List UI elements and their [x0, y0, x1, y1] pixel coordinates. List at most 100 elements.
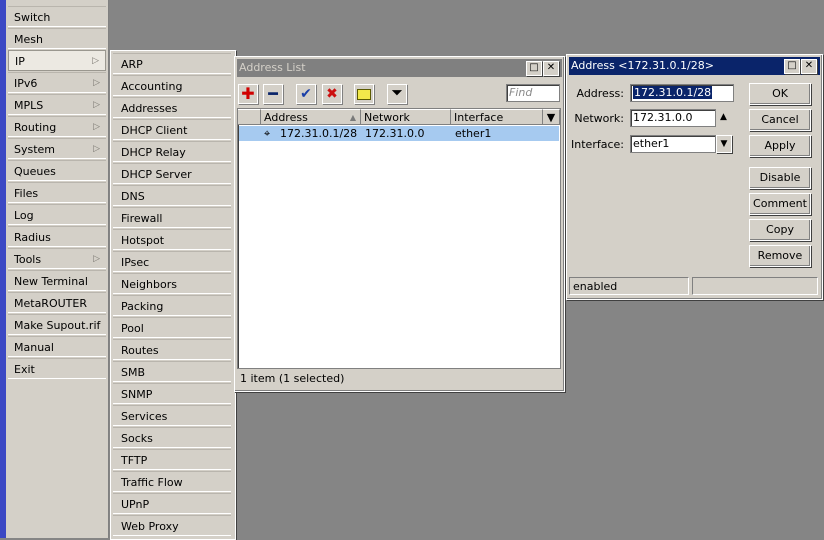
window-title: Address List: [239, 61, 306, 74]
submenu-arrow-icon: ▷: [93, 122, 100, 132]
submenu-item-accounting[interactable]: Accounting: [113, 75, 231, 96]
maximize-button[interactable]: □: [526, 61, 542, 76]
collapse-arrow-icon[interactable]: ▲: [720, 112, 727, 122]
menu-item-mpls[interactable]: MPLS ▷: [8, 94, 106, 115]
submenu-item-ipsec[interactable]: IPsec: [113, 251, 231, 272]
comment-button[interactable]: Comment: [749, 193, 811, 215]
dialog-status: enabled: [569, 277, 689, 295]
submenu-item-hotspot[interactable]: Hotspot: [113, 229, 231, 250]
menu-item-ipv6[interactable]: IPv6 ▷: [8, 72, 106, 93]
submenu-item-upnp[interactable]: UPnP: [113, 493, 231, 514]
submenu-item-smb[interactable]: SMB: [113, 361, 231, 382]
address-table: Address ▲ Network Interface ▼ ⌖ 172.31.0…: [237, 108, 561, 369]
menu-item-new-terminal[interactable]: New Terminal: [8, 270, 106, 291]
column-header-network[interactable]: Network: [361, 109, 451, 125]
funnel-icon: ⏷: [391, 86, 403, 101]
submenu-item-neighbors[interactable]: Neighbors: [113, 273, 231, 294]
submenu-arrow-icon: ▷: [93, 100, 100, 110]
cancel-button[interactable]: Cancel: [749, 109, 811, 131]
table-row[interactable]: ⌖ 172.31.0.1/28 172.31.0.0 ether1: [239, 126, 559, 141]
note-icon: [357, 89, 371, 100]
cross-icon: ✖: [326, 86, 338, 102]
network-label: Network:: [574, 112, 624, 125]
submenu-item-dns[interactable]: DNS: [113, 185, 231, 206]
address-icon: ⌖: [264, 127, 271, 140]
submenu-item-pool[interactable]: Pool: [113, 317, 231, 338]
menu-item-exit[interactable]: Exit: [8, 358, 106, 379]
submenu-item-snmp[interactable]: SNMP: [113, 383, 231, 404]
status-bar: 1 item (1 selected): [240, 372, 345, 385]
submenu-item-web-proxy[interactable]: Web Proxy: [113, 515, 231, 536]
remove-button[interactable]: ━: [263, 84, 283, 104]
enable-button[interactable]: ✔: [296, 84, 316, 104]
submenu-item-dhcp-client[interactable]: DHCP Client: [113, 119, 231, 140]
column-header-interface[interactable]: Interface: [451, 109, 543, 125]
submenu-arrow-icon: ▷: [92, 56, 99, 66]
filter-button[interactable]: ⏷: [387, 84, 407, 104]
submenu-item-dhcp-relay[interactable]: DHCP Relay: [113, 141, 231, 162]
submenu-item-services[interactable]: Services: [113, 405, 231, 426]
dialog-title: Address <172.31.0.1/28>: [571, 59, 714, 72]
address-list-window: Address List □ ✕ ✚ ━ ✔ ✖ ⏷ Find Address …: [234, 56, 565, 392]
cell-address: 172.31.0.1/28: [280, 127, 358, 140]
submenu-arrow-icon: ▷: [93, 254, 100, 264]
copy-button[interactable]: Copy: [749, 219, 811, 241]
menu-item-ip[interactable]: IP ▷: [8, 50, 106, 71]
address-label: Address:: [576, 87, 624, 100]
menu-item-routing[interactable]: Routing ▷: [8, 116, 106, 137]
menu-item-radius[interactable]: Radius: [8, 226, 106, 247]
menu-item-metarouter[interactable]: MetaROUTER: [8, 292, 106, 313]
interface-select[interactable]: ether1: [630, 135, 716, 153]
column-header-address[interactable]: Address ▲: [261, 109, 361, 125]
submenu-item-traffic-flow[interactable]: Traffic Flow: [113, 471, 231, 492]
menu-item-mesh[interactable]: Mesh: [8, 28, 106, 49]
cell-network: 172.31.0.0: [365, 127, 425, 140]
ip-submenu: ARP Accounting Addresses DHCP Client DHCP Re…: [110, 50, 236, 540]
sort-asc-icon: ▲: [349, 113, 356, 122]
maximize-button[interactable]: □: [784, 59, 800, 74]
submenu-arrow-icon: ▷: [93, 144, 100, 154]
menu-item-files[interactable]: Files: [8, 182, 106, 203]
find-input[interactable]: Find: [506, 84, 560, 102]
submenu-item-addresses[interactable]: Addresses: [113, 97, 231, 118]
close-button[interactable]: ✕: [801, 59, 817, 74]
close-button[interactable]: ✕: [543, 61, 559, 76]
cell-interface: ether1: [455, 127, 492, 140]
address-dialog: Address <172.31.0.1/28> □ ✕ Address: 172…: [566, 54, 823, 300]
network-field[interactable]: 172.31.0.0: [630, 109, 716, 127]
menu-item-tools[interactable]: Tools ▷: [8, 248, 106, 269]
submenu-arrow-icon: ▷: [93, 78, 100, 88]
submenu-item-socks[interactable]: Socks: [113, 427, 231, 448]
minus-icon: ━: [268, 84, 278, 103]
interface-dropdown-icon[interactable]: ▼: [716, 135, 732, 153]
disable-button[interactable]: ✖: [322, 84, 342, 104]
column-header-flags[interactable]: [238, 109, 261, 125]
submenu-item-dhcp-server[interactable]: DHCP Server: [113, 163, 231, 184]
plus-icon: ✚: [241, 84, 255, 103]
apply-button[interactable]: Apply: [749, 135, 811, 157]
dialog-status-secondary: [692, 277, 818, 295]
address-field[interactable]: 172.31.0.1/28: [630, 84, 734, 102]
submenu-item-firewall[interactable]: Firewall: [113, 207, 231, 228]
menu-item-make-supout-rif[interactable]: Make Supout.rif: [8, 314, 106, 335]
submenu-item-tftp[interactable]: TFTP: [113, 449, 231, 470]
menu-item-switch[interactable]: Switch: [8, 6, 106, 27]
interface-label: Interface:: [571, 138, 624, 151]
ok-button[interactable]: OK: [749, 83, 811, 105]
comment-button[interactable]: [354, 84, 374, 104]
dialog-titlebar[interactable]: Address <172.31.0.1/28> □ ✕: [569, 57, 820, 75]
menu-item-log[interactable]: Log: [8, 204, 106, 225]
disable-button[interactable]: Disable: [749, 167, 811, 189]
chevron-down-icon: ▼: [546, 111, 556, 124]
check-icon: ✔: [300, 86, 312, 102]
submenu-item-routes[interactable]: Routes: [113, 339, 231, 360]
menu-item-queues[interactable]: Queues: [8, 160, 106, 181]
column-chooser-button[interactable]: ▼: [543, 109, 560, 125]
menu-item-manual[interactable]: Manual: [8, 336, 106, 357]
submenu-item-arp[interactable]: ARP: [113, 53, 231, 74]
remove-button[interactable]: Remove: [749, 245, 811, 267]
menu-item-system[interactable]: System ▷: [8, 138, 106, 159]
address-list-titlebar[interactable]: Address List □ ✕: [237, 59, 562, 77]
add-button[interactable]: ✚: [238, 84, 258, 104]
submenu-item-packing[interactable]: Packing: [113, 295, 231, 316]
